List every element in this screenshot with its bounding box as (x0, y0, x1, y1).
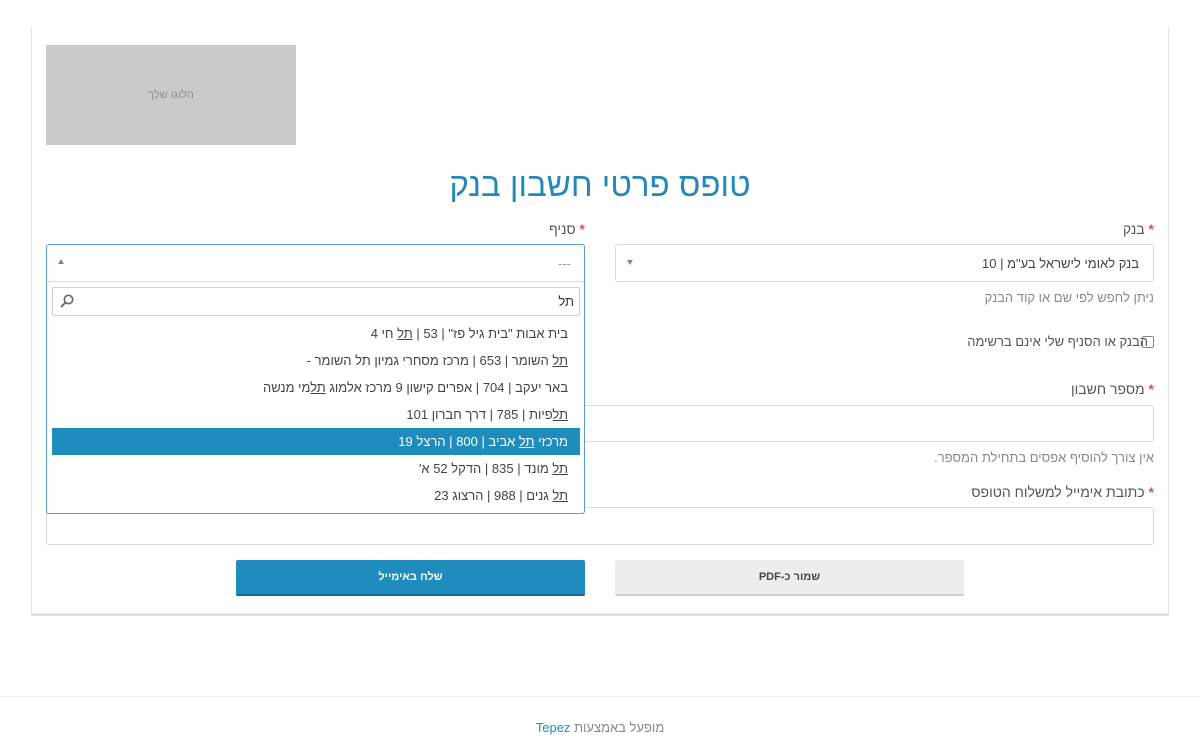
account-label-text: מספר חשבון (1071, 381, 1145, 397)
not-listed-label: הבנק או הסניף שלי אינם ברשימה (967, 334, 1148, 349)
required-mark: * (1148, 484, 1154, 500)
branch-label: * סניף (549, 221, 585, 237)
branch-option[interactable]: תלפיות | 785 | דרך חברון 101 (52, 401, 580, 428)
search-icon (60, 294, 74, 308)
branch-option[interactable]: תל השומר | 653 | מרכז מסחרי גמיון תל השו… (52, 347, 580, 374)
footer: מופעל באמצעות Tepez (0, 720, 1200, 735)
logo-placeholder: הלוגו שלך (46, 45, 296, 145)
required-mark: * (579, 221, 585, 237)
chevron-down-icon (627, 260, 633, 265)
branch-select-head[interactable]: --- (47, 245, 584, 282)
required-mark: * (1148, 221, 1154, 237)
branch-option[interactable]: בית אבות "בית גיל פז" | 53 | תל חי 4 (52, 320, 580, 347)
email-label-text: כתובת אימייל למשלוח הטופס (971, 484, 1145, 500)
footer-prefix: מופעל באמצעות (574, 720, 665, 735)
bank-label-text: בנק (1122, 221, 1145, 237)
page-title: טופס פרטי חשבון בנק (449, 166, 751, 203)
chevron-up-icon (58, 259, 64, 264)
account-help: אין צורך להוסיף אפסים בתחילת המספר. (934, 450, 1154, 465)
branch-select[interactable]: --- תל בית אבות "בית גיל פז" | 53 | תל ח… (46, 244, 585, 514)
bank-select-value: בנק לאומי לישראל בע"מ | 10 (982, 256, 1139, 271)
branch-search-value: תל (558, 294, 574, 309)
bank-help: ניתן לחפש לפי שם או קוד הבנק (984, 290, 1154, 305)
required-mark: * (1148, 381, 1154, 397)
footer-divider (0, 696, 1200, 697)
send-email-button[interactable]: שלח באימייל (236, 560, 585, 596)
branch-option[interactable]: תל מונד | 835 | הדקל 52 א' (52, 455, 580, 482)
branch-placeholder: --- (558, 256, 571, 271)
branch-option[interactable]: תל גנים | 988 | הרצוג 23 (52, 482, 580, 509)
logo-text: הלוגו שלך (148, 89, 194, 101)
branch-option[interactable]: באר יעקב | 704 | אפרים קישון 9 מרכז אלמו… (52, 374, 580, 401)
save-pdf-button[interactable]: שמור כ-PDF (615, 560, 964, 596)
branch-search-input[interactable]: תל (52, 287, 580, 316)
branch-label-text: סניף (548, 221, 576, 237)
bank-label: * בנק (1123, 221, 1154, 237)
branch-option[interactable]: מרכזי תל אביב | 800 | הרצל 19 (52, 428, 580, 455)
email-label: * כתובת אימייל למשלוח הטופס (971, 484, 1154, 500)
footer-brand-link[interactable]: Tepez (536, 720, 571, 735)
bank-select[interactable]: בנק לאומי לישראל בע"מ | 10 (615, 244, 1154, 282)
account-label: * מספר חשבון (1071, 381, 1154, 397)
